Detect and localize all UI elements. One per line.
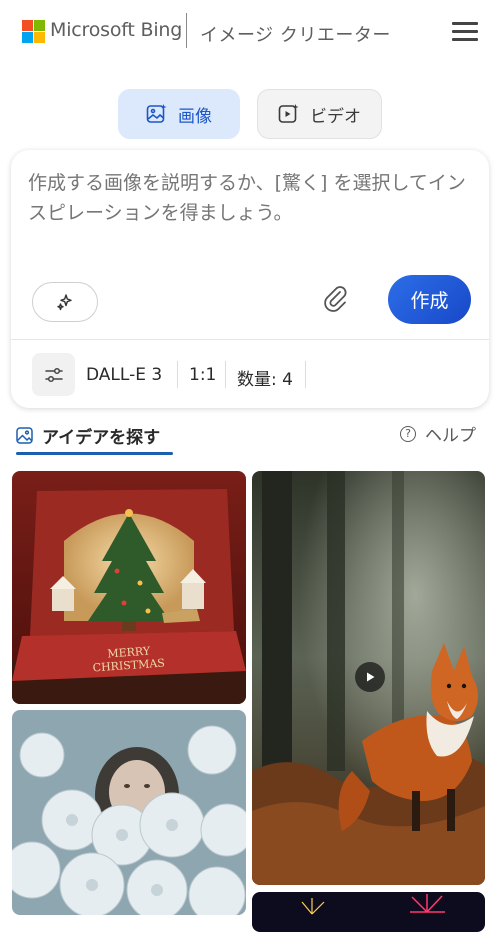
video-sparkle-icon xyxy=(278,104,299,123)
sparkle-icon xyxy=(57,294,72,311)
explore-ideas-label: アイデアを探す xyxy=(42,427,161,448)
paperclip-icon xyxy=(324,286,347,312)
tab-video-label: ビデオ xyxy=(310,106,361,127)
ratio-option[interactable]: 1:1 xyxy=(189,365,216,385)
play-button[interactable] xyxy=(355,662,385,692)
help-link[interactable]: ? ヘルプ xyxy=(400,421,476,446)
gallery-image-woman-flowers[interactable] xyxy=(12,710,246,915)
tab-image-label: 画像 xyxy=(178,106,212,127)
quantity-option[interactable]: 数量: 4 xyxy=(237,365,293,390)
attach-button[interactable] xyxy=(317,280,353,316)
hamburger-menu-icon[interactable] xyxy=(452,22,478,42)
brand-name[interactable]: Microsoft Bing xyxy=(50,19,182,41)
header-divider xyxy=(186,13,187,48)
microsoft-logo-icon[interactable] xyxy=(22,20,45,43)
create-button[interactable]: 作成 xyxy=(388,275,471,324)
active-tab-indicator xyxy=(16,452,173,455)
gallery-video-fox[interactable] xyxy=(252,471,485,885)
prompt-input[interactable]: 作成する画像を説明するか、[驚く] を選択してインスピレーションを得ましょう。 xyxy=(28,168,468,228)
card-divider xyxy=(11,339,489,340)
play-icon xyxy=(367,672,375,682)
surprise-button[interactable] xyxy=(32,282,98,322)
explore-ideas-tab[interactable]: アイデアを探す xyxy=(16,420,160,450)
image-sparkle-icon xyxy=(146,104,167,123)
settings-button[interactable] xyxy=(32,353,75,396)
gallery-image-christmas-card[interactable]: MERRY CHRISTMAS xyxy=(12,471,246,704)
fireworks-image xyxy=(252,892,485,932)
help-circle-icon: ? xyxy=(400,425,416,442)
product-name[interactable]: イメージ クリエーター xyxy=(200,21,391,47)
help-label: ヘルプ xyxy=(425,426,476,446)
option-divider xyxy=(177,361,178,388)
option-divider xyxy=(225,361,226,388)
tab-video[interactable]: ビデオ xyxy=(257,89,382,139)
image-icon xyxy=(16,426,33,444)
model-option[interactable]: DALL-E 3 xyxy=(86,365,162,385)
prompt-card: 作成する画像を説明するか、[驚く] を選択してインスピレーションを得ましょう。 … xyxy=(11,150,489,408)
tab-image[interactable]: 画像 xyxy=(118,89,240,139)
christmas-card-image: MERRY CHRISTMAS xyxy=(12,471,246,704)
woman-flowers-image xyxy=(12,710,246,915)
header: Microsoft Bing イメージ クリエーター xyxy=(0,0,500,64)
gallery-image-fireworks[interactable] xyxy=(252,892,485,932)
option-divider xyxy=(305,361,306,388)
sliders-icon xyxy=(44,367,63,382)
